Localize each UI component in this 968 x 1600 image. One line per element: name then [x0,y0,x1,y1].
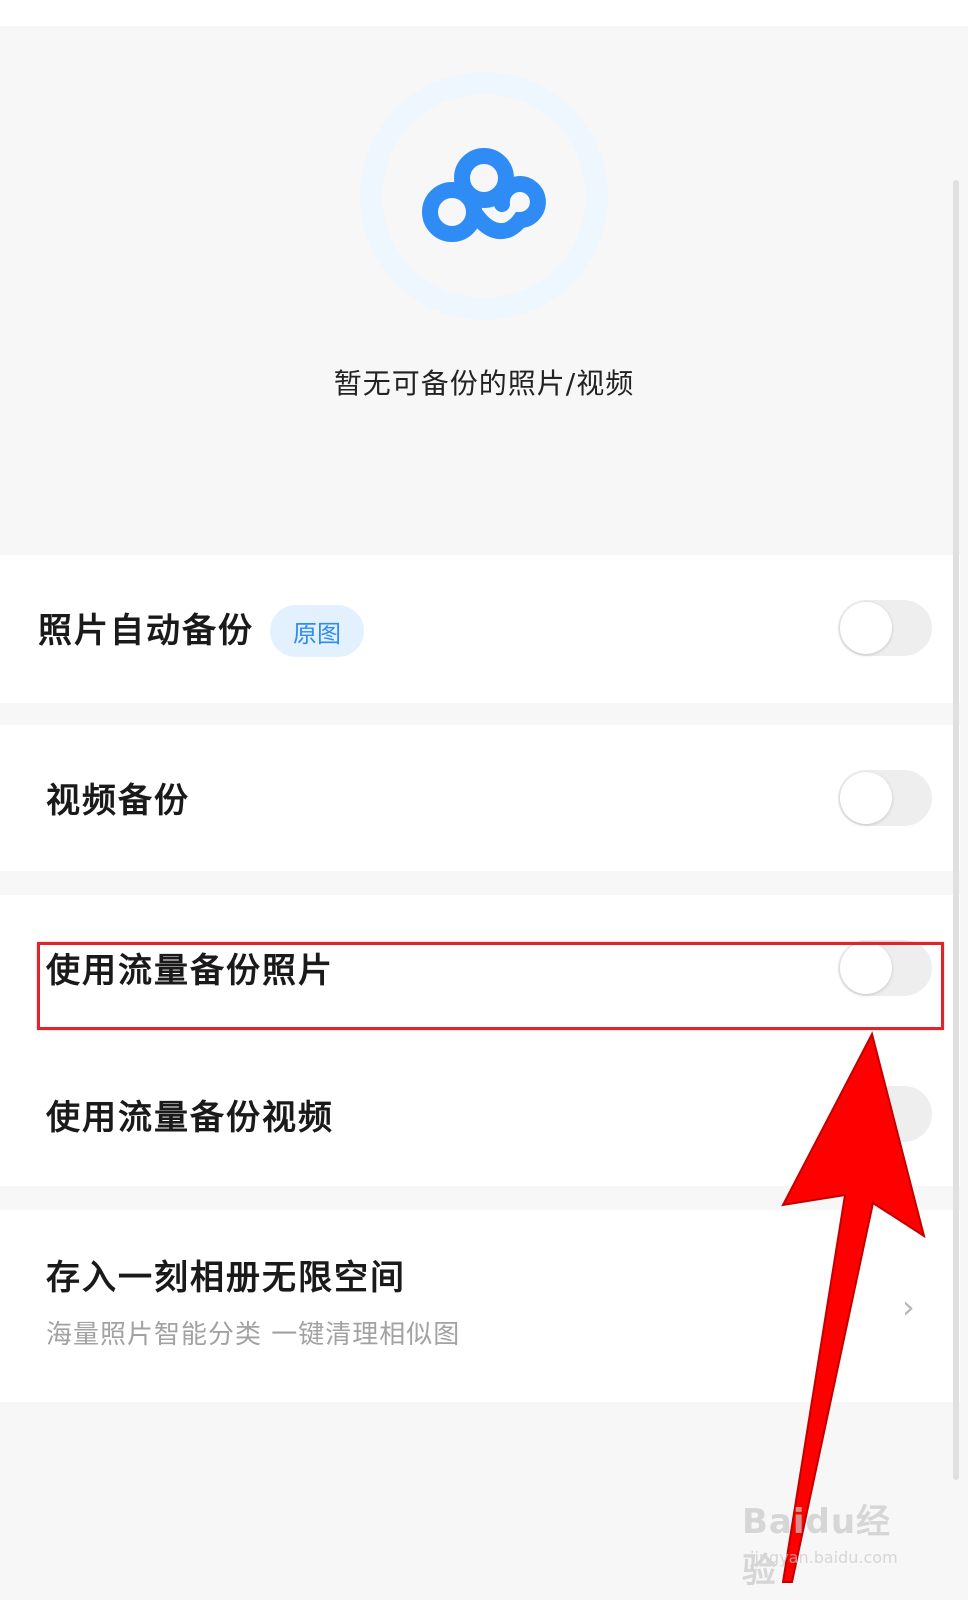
empty-state-ring-inner [382,94,586,298]
toggle-knob [840,1088,892,1140]
chevron-right-icon: › [902,1288,915,1326]
setting-label: 照片自动备份 [38,611,254,651]
baidu-jingyan-watermark: Baidu经验 jingyan.baidu.com [742,1494,922,1591]
setting-label: 使用流量备份视频 [46,1098,334,1138]
watermark-url: jingyan.baidu.com [750,1548,898,1567]
photo-auto-backup-toggle[interactable] [838,600,932,656]
setting-label: 存入一刻相册无限空间 [46,1258,406,1298]
scrollbar[interactable] [953,180,959,1480]
backup-settings-screen: 暂无可备份的照片/视频 照片自动备份 原图 视频备份 使用流量备份照片 使用流量… [0,0,968,1600]
watermark-brand: Baidu经验 [742,1502,892,1591]
setting-row-one-moment-album[interactable]: 存入一刻相册无限空间 海量照片智能分类 一键清理相似图 › [0,1210,960,1402]
baidu-netdisk-logo-icon [422,148,546,242]
setting-subtitle: 海量照片智能分类 一键清理相似图 [46,1320,461,1350]
setting-row-photo-auto-backup[interactable]: 照片自动备份 原图 [0,555,960,703]
toggle-knob [840,602,892,654]
mobile-data-video-backup-toggle[interactable] [838,1086,932,1142]
empty-state-message: 暂无可备份的照片/视频 [333,367,635,400]
empty-state-illustration [360,72,608,320]
annotation-highlight-box [37,942,944,1030]
video-backup-toggle[interactable] [838,770,932,826]
toggle-knob [840,772,892,824]
original-quality-badge[interactable]: 原图 [270,605,364,657]
setting-label: 视频备份 [46,781,190,821]
setting-row-video-backup[interactable]: 视频备份 [0,725,960,871]
setting-row-mobile-data-video-backup[interactable]: 使用流量备份视频 [0,1040,960,1186]
top-bar [0,0,968,26]
